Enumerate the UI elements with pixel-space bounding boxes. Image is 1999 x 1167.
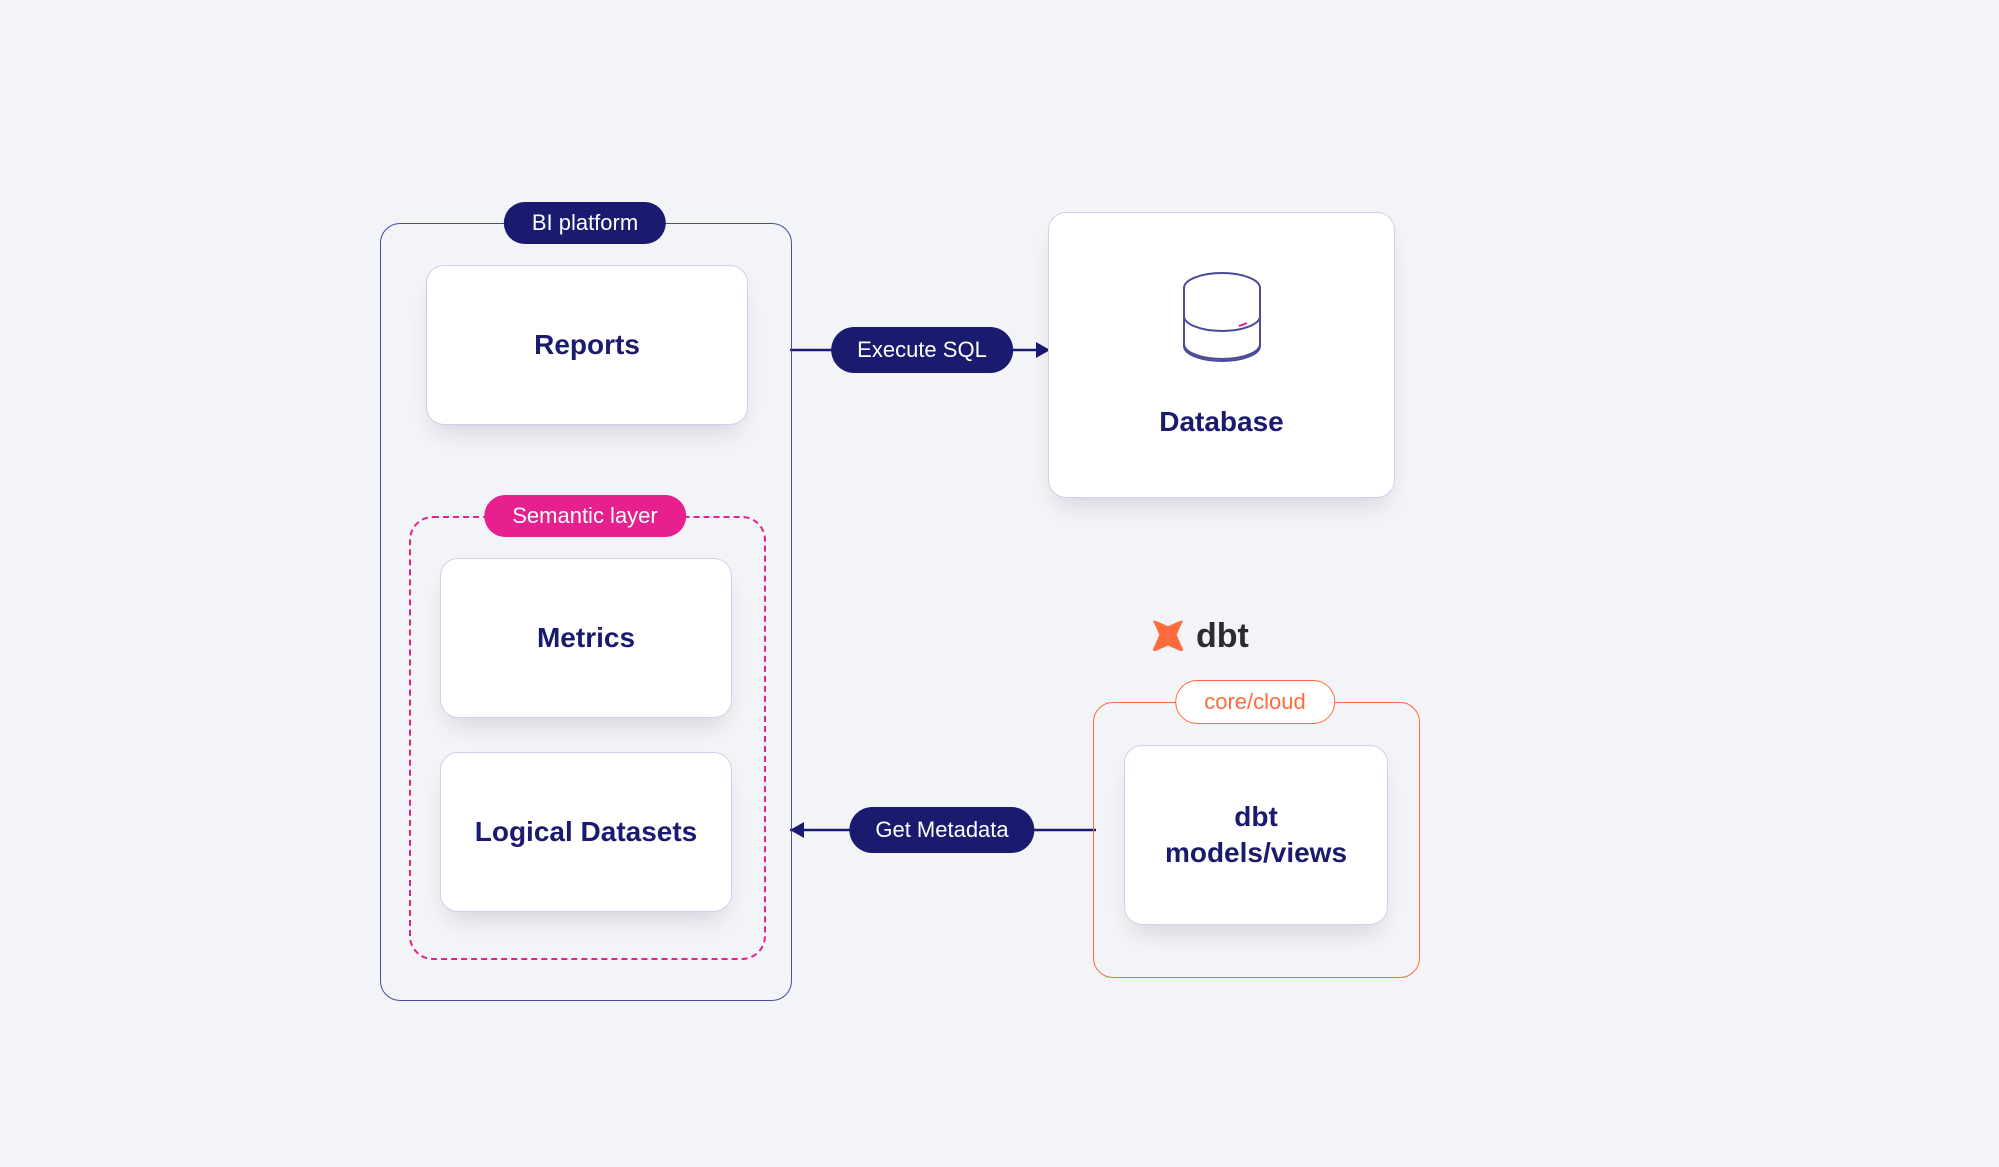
get-metadata-edge-label: Get Metadata [849, 807, 1034, 853]
dbt-logo-icon [1150, 619, 1186, 655]
metrics-label: Metrics [537, 620, 635, 656]
reports-card: Reports [426, 265, 748, 425]
logical-datasets-card: Logical Datasets [440, 752, 732, 912]
bi-platform-label: BI platform [504, 202, 666, 244]
logical-datasets-label: Logical Datasets [475, 814, 698, 850]
execute-sql-edge-label: Execute SQL [831, 327, 1013, 373]
dbt-logo-text: dbt [1196, 617, 1249, 656]
connectors [0, 0, 1999, 1167]
database-card: Database [1048, 212, 1395, 498]
dbt-logo: dbt [1150, 617, 1249, 656]
dbt-models-label: dbt models/views [1165, 799, 1347, 872]
dbt-core-cloud-label: core/cloud [1175, 680, 1335, 724]
reports-label: Reports [534, 327, 640, 363]
database-icon [1177, 270, 1267, 380]
diagram-canvas: BI platform Reports Semantic layer Metri… [0, 0, 1999, 1167]
dbt-models-card: dbt models/views [1124, 745, 1388, 925]
database-label: Database [1159, 404, 1284, 440]
semantic-layer-label: Semantic layer [484, 495, 686, 537]
metrics-card: Metrics [440, 558, 732, 718]
